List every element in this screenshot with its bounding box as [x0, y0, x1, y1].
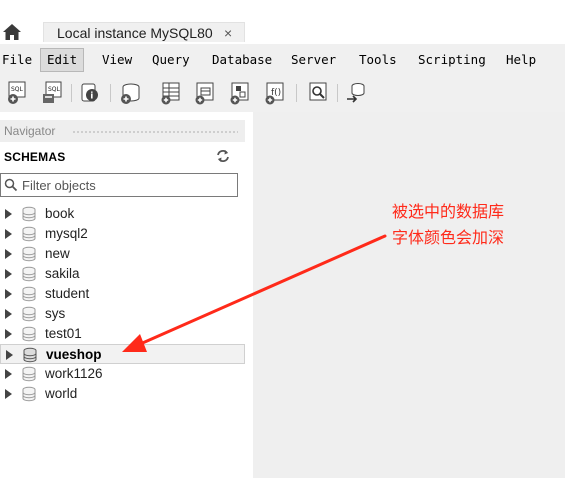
menu-query[interactable]: Query	[150, 50, 192, 70]
inspector-icon: i	[81, 83, 98, 102]
navigator-header: Navigator	[0, 120, 245, 142]
schema-row[interactable]: mysql2	[0, 224, 245, 244]
create-table-button[interactable]	[160, 81, 182, 105]
database-icon	[21, 246, 37, 262]
menu-edit[interactable]: Edit	[40, 48, 85, 72]
annotation-line-1: 被选中的数据库	[392, 204, 505, 221]
search-icon	[4, 178, 18, 192]
expand-arrow-icon[interactable]	[5, 209, 12, 219]
new-sql-tab-icon: SQL	[8, 81, 26, 104]
expand-arrow-icon[interactable]	[5, 369, 12, 379]
database-icon	[21, 386, 37, 402]
main-editor-area	[253, 112, 565, 478]
menu-server[interactable]: Server	[289, 50, 338, 70]
schema-row[interactable]: new	[0, 244, 245, 264]
menu-bar: File Edit View Query Database Server Too…	[0, 44, 565, 74]
toolbar: SQL SQL i f()	[0, 74, 565, 112]
create-view-button[interactable]	[194, 81, 216, 105]
schemas-section-title: SCHEMAS	[4, 150, 66, 164]
schema-name: new	[45, 246, 70, 261]
svg-text:SQL: SQL	[11, 86, 24, 93]
create-function-icon: f()	[265, 82, 284, 105]
database-icon	[21, 266, 37, 282]
schema-row[interactable]: vueshop	[0, 344, 245, 364]
connection-tab[interactable]: Local instance MySQL80 ×	[43, 22, 245, 42]
search-table-data-icon	[309, 82, 327, 101]
new-sql-tab-button[interactable]: SQL	[6, 81, 28, 105]
schema-row[interactable]: sakila	[0, 264, 245, 284]
home-icon	[3, 24, 21, 40]
create-schema-icon	[121, 83, 140, 104]
toolbar-separator	[71, 84, 72, 102]
expand-arrow-icon[interactable]	[5, 229, 12, 239]
schema-row[interactable]: world	[0, 384, 245, 404]
svg-text:i: i	[90, 92, 93, 102]
menu-scripting[interactable]: Scripting	[416, 50, 488, 70]
create-procedure-button[interactable]	[229, 81, 251, 105]
expand-arrow-icon[interactable]	[5, 269, 12, 279]
schema-name: sys	[45, 306, 66, 321]
create-schema-button[interactable]	[120, 81, 142, 105]
connection-tab-bar: Local instance MySQL80 ×	[0, 0, 565, 44]
expand-arrow-icon[interactable]	[5, 329, 12, 339]
menu-tools[interactable]: Tools	[357, 50, 399, 70]
schema-row[interactable]: test01	[0, 324, 245, 344]
create-procedure-icon	[230, 82, 249, 105]
expand-arrow-icon[interactable]	[6, 350, 13, 360]
search-table-data-button[interactable]	[307, 81, 329, 105]
database-icon	[21, 206, 37, 222]
create-view-icon	[195, 82, 214, 105]
panel-splitter[interactable]	[245, 112, 253, 478]
expand-arrow-icon[interactable]	[5, 289, 12, 299]
schema-list: book mysql2 new sakila student sys test01 vuesh…	[0, 204, 245, 404]
schema-name: world	[45, 386, 78, 401]
create-table-icon	[161, 82, 180, 105]
navigator-panel: SCHEMAS book mysql2 new sakila student sys tes…	[0, 142, 245, 478]
svg-text:SQL: SQL	[48, 86, 61, 93]
annotation-text: 被选中的数据库 字体颜色会加深	[392, 200, 562, 252]
schema-name: book	[45, 206, 75, 221]
navigator-grip[interactable]	[72, 130, 238, 135]
navigator-title: Navigator	[4, 124, 56, 138]
database-icon	[21, 306, 37, 322]
schema-row[interactable]: book	[0, 204, 245, 224]
reconnect-button[interactable]	[345, 81, 367, 105]
database-icon	[22, 347, 38, 363]
menu-file[interactable]: File	[0, 50, 34, 70]
schema-name: student	[45, 286, 90, 301]
inspector-button[interactable]: i	[80, 81, 102, 105]
schema-name: work1126	[45, 366, 103, 381]
home-button[interactable]	[0, 22, 24, 42]
annotation-line-2: 字体颜色会加深	[392, 230, 505, 247]
menu-help[interactable]: Help	[504, 50, 538, 70]
filter-objects-box[interactable]	[0, 173, 238, 197]
connection-tab-title: Local instance MySQL80	[57, 25, 213, 41]
toolbar-separator	[337, 84, 338, 102]
schema-row[interactable]: work1126	[0, 364, 245, 384]
reconnect-icon	[347, 83, 365, 103]
expand-arrow-icon[interactable]	[5, 389, 12, 399]
menu-database[interactable]: Database	[210, 50, 274, 70]
schema-name: mysql2	[45, 226, 88, 241]
create-function-button[interactable]: f()	[264, 81, 286, 105]
close-tab-icon[interactable]: ×	[224, 25, 232, 41]
database-icon	[21, 286, 37, 302]
database-icon	[21, 226, 37, 242]
filter-objects-input[interactable]	[22, 176, 230, 194]
refresh-icon[interactable]	[215, 148, 231, 164]
expand-arrow-icon[interactable]	[5, 249, 12, 259]
database-icon	[21, 326, 37, 342]
toolbar-separator	[296, 84, 297, 102]
database-icon	[21, 366, 37, 382]
expand-arrow-icon[interactable]	[5, 309, 12, 319]
schema-row[interactable]: student	[0, 284, 245, 304]
schema-row[interactable]: sys	[0, 304, 245, 324]
schema-name: vueshop	[46, 347, 102, 362]
menu-view[interactable]: View	[100, 50, 134, 70]
schema-name: test01	[45, 326, 82, 341]
open-sql-script-button[interactable]: SQL	[42, 81, 64, 105]
open-sql-script-icon: SQL	[43, 81, 62, 103]
schema-name: sakila	[45, 266, 80, 281]
toolbar-separator	[110, 84, 111, 102]
